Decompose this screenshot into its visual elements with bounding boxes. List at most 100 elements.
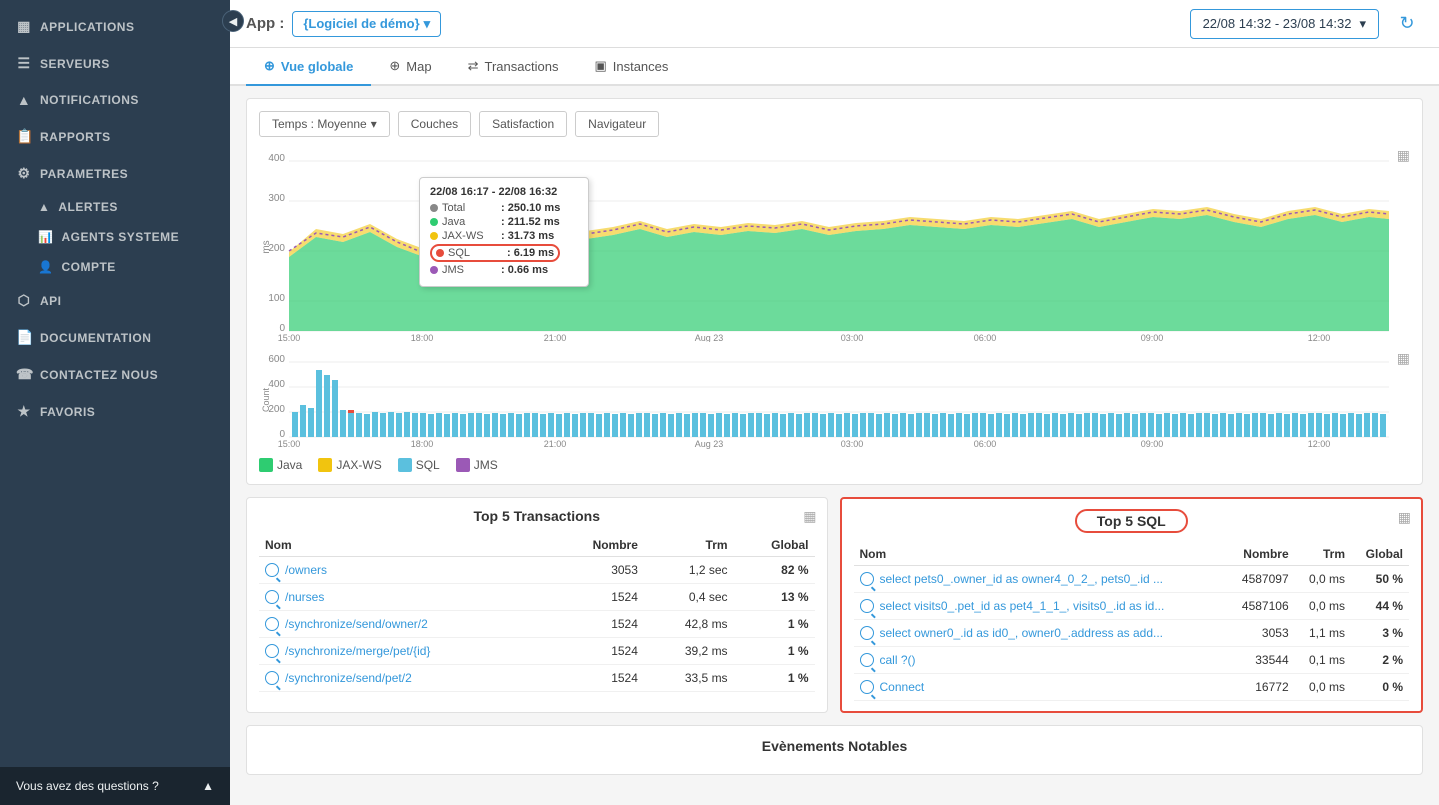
tabbar: ⊕ Vue globale ⊕ Map ⇄ Transactions ▣ Ins… — [230, 48, 1439, 86]
sidebar-item-agents-systeme[interactable]: 📊 AGENTS SYSTEME — [0, 222, 230, 252]
legend-jms: JMS — [456, 458, 498, 472]
transaction-nom-link[interactable]: /synchronize/merge/pet/{id} — [265, 644, 544, 658]
api-icon: ⬡ — [16, 292, 32, 309]
search-icon — [860, 653, 874, 667]
satisfaction-button[interactable]: Satisfaction — [479, 111, 567, 137]
table-row: /owners 3053 1,2 sec 82 % — [259, 557, 815, 584]
sidebar-item-alertes[interactable]: ▲ ALERTES — [0, 192, 230, 222]
sidebar-bottom-label: Vous avez des questions ? — [16, 779, 159, 793]
sql-nom-link[interactable]: select owner0_.id as id0_, owner0_.addre… — [860, 626, 1220, 640]
ms-chart-menu-icon[interactable]: ▦ — [1397, 147, 1410, 164]
sql-panel-menu-icon[interactable]: ▦ — [1398, 509, 1411, 526]
topbar: App : {Logiciel de démo} ▾ 22/08 14:32 -… — [230, 0, 1439, 48]
transaction-trm-cell: 39,2 ms — [644, 638, 734, 665]
tab-transactions-icon: ⇄ — [468, 58, 479, 74]
sidebar-item-serveurs-label: SERVEURS — [40, 57, 110, 71]
sidebar-item-notifications[interactable]: ▲ NOTIFICATIONS — [0, 82, 230, 118]
legend-jaxws: JAX-WS — [318, 458, 381, 472]
sql-col-global: Global — [1351, 543, 1409, 566]
app-dropdown[interactable]: {Logiciel de démo} ▾ — [292, 11, 441, 37]
transaction-trm-cell: 42,8 ms — [644, 611, 734, 638]
sql-global-cell: 44 % — [1351, 593, 1409, 620]
sql-global-cell: 0 % — [1351, 674, 1409, 701]
transaction-nom-cell: /synchronize/send/pet/2 — [259, 665, 550, 692]
ms-chart-wrapper: ▦ 400 300 200 100 0 ms — [259, 147, 1410, 342]
documentation-icon: 📄 — [16, 329, 32, 346]
transactions-panel-menu-icon[interactable]: ▦ — [803, 508, 816, 525]
sql-highlight-row: SQL : 6.19 ms — [430, 244, 560, 262]
legend-sql-label: SQL — [416, 458, 440, 472]
table-row: Connect 16772 0,0 ms 0 % — [854, 674, 1410, 701]
search-icon — [860, 626, 874, 640]
sql-global-cell: 2 % — [1351, 647, 1409, 674]
svg-text:400: 400 — [268, 153, 285, 164]
search-icon — [265, 563, 279, 577]
sql-nom-link[interactable]: call ?() — [860, 653, 1220, 667]
transaction-nom-link[interactable]: /nurses — [265, 590, 544, 604]
sidebar-item-contactez-nous-label: CONTACTEZ NOUS — [40, 368, 158, 382]
sidebar-item-api-label: API — [40, 294, 62, 308]
count-chart-menu-icon[interactable]: ▦ — [1397, 350, 1410, 367]
transaction-global-cell: 82 % — [734, 557, 815, 584]
transaction-nom-link[interactable]: /synchronize/send/owner/2 — [265, 617, 544, 631]
temps-label: Temps : Moyenne — [272, 117, 367, 131]
sidebar-item-rapports[interactable]: 📋 RAPPORTS — [0, 118, 230, 155]
svg-text:100: 100 — [268, 293, 285, 304]
sql-nom-cell: select visits0_.pet_id as pet4_1_1_, vis… — [854, 593, 1226, 620]
tab-transactions[interactable]: ⇄ Transactions — [450, 48, 577, 86]
svg-text:18:00: 18:00 — [411, 439, 434, 449]
table-row: /nurses 1524 0,4 sec 13 % — [259, 584, 815, 611]
navigateur-button[interactable]: Navigateur — [575, 111, 659, 137]
sidebar-item-api[interactable]: ⬡ API — [0, 282, 230, 319]
svg-text:21:00: 21:00 — [544, 333, 567, 342]
tab-instances[interactable]: ▣ Instances — [576, 48, 686, 86]
table-row: select owner0_.id as id0_, owner0_.addre… — [854, 620, 1410, 647]
sql-nom-link[interactable]: Connect — [860, 680, 1220, 694]
datetime-range[interactable]: 22/08 14:32 - 23/08 14:32 ▾ — [1190, 9, 1379, 39]
events-section: Evènements Notables — [246, 725, 1423, 775]
sidebar-item-parametres[interactable]: ⚙ PARAMETRES — [0, 155, 230, 192]
svg-text:ms: ms — [261, 240, 272, 253]
sql-nom-cell: call ?() — [854, 647, 1226, 674]
transaction-nombre-cell: 1524 — [550, 638, 644, 665]
sidebar-item-documentation-label: DOCUMENTATION — [40, 331, 151, 345]
sidebar-item-contactez-nous[interactable]: ☎ CONTACTEZ NOUS — [0, 356, 230, 393]
sidebar-bottom[interactable]: Vous avez des questions ? ▲ — [0, 767, 230, 805]
tab-vue-globale-icon: ⊕ — [264, 58, 275, 74]
sql-nom-link[interactable]: select pets0_.owner_id as owner4_0_2_, p… — [860, 572, 1220, 586]
sidebar-toggle[interactable]: ◀ — [222, 10, 244, 32]
legend-jaxws-color — [318, 458, 332, 472]
couches-label: Couches — [411, 117, 458, 131]
svg-text:15:00: 15:00 — [278, 333, 301, 342]
transaction-nom-link[interactable]: /synchronize/send/pet/2 — [265, 671, 544, 685]
tooltip-dot-total — [430, 204, 438, 212]
compte-icon: 👤 — [38, 260, 53, 274]
tooltip-row-java: Java : 211.52 ms — [430, 216, 578, 228]
sidebar-item-applications[interactable]: ▦ APPLICATIONS — [0, 8, 230, 45]
transaction-nom-link[interactable]: /owners — [265, 563, 544, 577]
sidebar-item-serveurs[interactable]: ☰ SERVEURS — [0, 45, 230, 82]
temps-dropdown-button[interactable]: Temps : Moyenne ▾ — [259, 111, 390, 137]
tab-vue-globale[interactable]: ⊕ Vue globale — [246, 48, 371, 86]
sql-col-nombre: Nombre — [1226, 543, 1295, 566]
table-row: select visits0_.pet_id as pet4_1_1_, vis… — [854, 593, 1410, 620]
sidebar-item-documentation[interactable]: 📄 DOCUMENTATION — [0, 319, 230, 356]
sidebar-nav: ▦ APPLICATIONS ☰ SERVEURS ▲ NOTIFICATION… — [0, 0, 230, 767]
parametres-icon: ⚙ — [16, 165, 32, 182]
legend-java-label: Java — [277, 458, 302, 472]
sidebar-bottom-icon: ▲ — [202, 779, 214, 793]
sidebar-item-favoris[interactable]: ★ FAVORIS — [0, 393, 230, 430]
tab-instances-label: Instances — [613, 59, 669, 74]
refresh-button[interactable]: ↻ — [1391, 8, 1423, 40]
sidebar-item-agents-systeme-label: AGENTS SYSTEME — [61, 230, 179, 244]
sql-nom-link[interactable]: select visits0_.pet_id as pet4_1_1_, vis… — [860, 599, 1220, 613]
refresh-icon: ↻ — [1399, 13, 1414, 34]
svg-text:21:00: 21:00 — [544, 439, 567, 449]
tab-map[interactable]: ⊕ Map — [371, 48, 449, 86]
sidebar-item-compte[interactable]: 👤 COMPTE — [0, 252, 230, 282]
couches-button[interactable]: Couches — [398, 111, 471, 137]
sql-table: Nom Nombre Trm Global select pets0_.owne… — [854, 543, 1410, 701]
chart-section: Temps : Moyenne ▾ Couches Satisfaction N… — [246, 98, 1423, 485]
satisfaction-label: Satisfaction — [492, 117, 554, 131]
sidebar-item-notifications-label: NOTIFICATIONS — [40, 93, 139, 107]
